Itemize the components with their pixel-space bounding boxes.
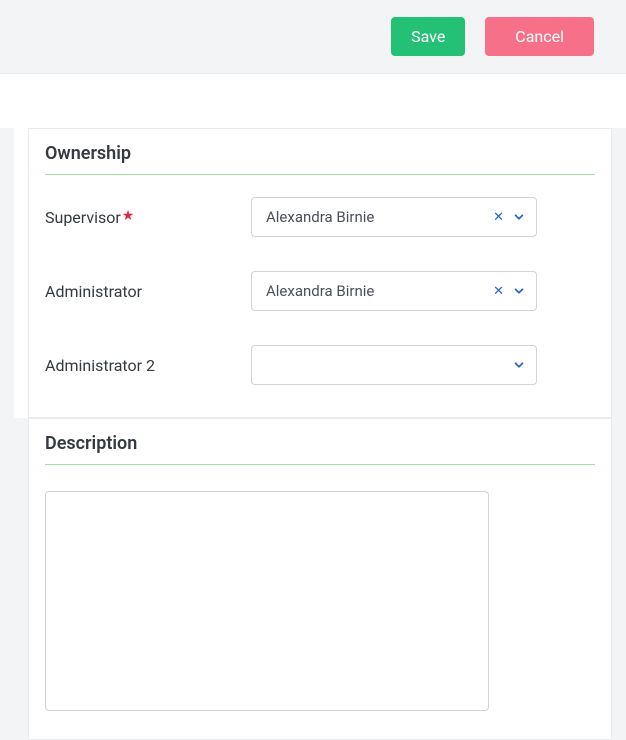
gutter-right xyxy=(612,128,626,418)
administrator-label: Administrator xyxy=(45,282,245,301)
chevron-down-icon[interactable] xyxy=(512,210,526,224)
administrator-value: Alexandra Birnie xyxy=(266,282,493,300)
form-body: Ownership Supervisor★ Alexandra Birnie ✕… xyxy=(0,74,626,740)
gutter-left-inner xyxy=(14,128,28,418)
chevron-down-icon[interactable] xyxy=(512,284,526,298)
supervisor-actions: ✕ xyxy=(493,210,526,224)
clear-icon[interactable]: ✕ xyxy=(493,211,504,224)
header-action-bar: Save Cancel xyxy=(0,0,626,74)
ownership-panel: Ownership Supervisor★ Alexandra Birnie ✕… xyxy=(28,128,612,418)
chevron-down-icon[interactable] xyxy=(512,358,526,372)
description-title: Description xyxy=(45,433,595,465)
administrator-select[interactable]: Alexandra Birnie ✕ xyxy=(251,271,537,311)
required-star-icon: ★ xyxy=(122,208,135,224)
administrator2-actions xyxy=(512,358,526,372)
administrator2-label: Administrator 2 xyxy=(45,356,245,375)
save-button[interactable]: Save xyxy=(391,17,465,56)
ownership-title: Ownership xyxy=(45,143,595,175)
gutter-right-2 xyxy=(612,418,626,740)
supervisor-label: Supervisor★ xyxy=(45,208,245,227)
supervisor-select[interactable]: Alexandra Birnie ✕ xyxy=(251,197,537,237)
description-panel: Description xyxy=(28,418,612,740)
content-grid: Ownership Supervisor★ Alexandra Birnie ✕… xyxy=(0,128,626,740)
cancel-button[interactable]: Cancel xyxy=(485,17,594,56)
administrator-actions: ✕ xyxy=(493,284,526,298)
administrator2-row: Administrator 2 xyxy=(45,345,595,385)
supervisor-label-text: Supervisor xyxy=(45,208,121,227)
description-textarea[interactable] xyxy=(45,491,489,711)
supervisor-row: Supervisor★ Alexandra Birnie ✕ xyxy=(45,197,595,237)
supervisor-value: Alexandra Birnie xyxy=(266,208,493,226)
administrator-row: Administrator Alexandra Birnie ✕ xyxy=(45,271,595,311)
gutter-left-outer xyxy=(0,128,14,418)
administrator2-select[interactable] xyxy=(251,345,537,385)
clear-icon[interactable]: ✕ xyxy=(493,285,504,298)
